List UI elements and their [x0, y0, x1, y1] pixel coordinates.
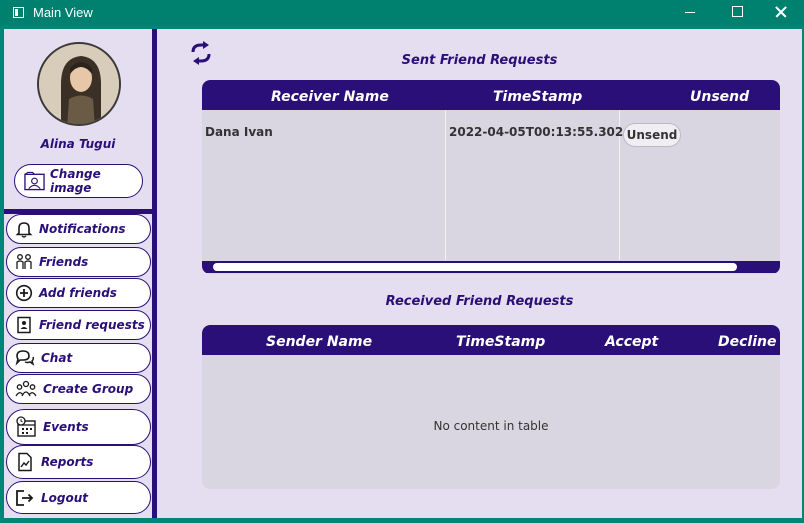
request-icon — [17, 316, 31, 334]
sidebar-item-add-friends[interactable]: Add friends — [6, 278, 151, 308]
sidebar-item-friend-requests[interactable]: Friend requests — [6, 310, 151, 340]
bell-icon — [15, 222, 33, 238]
logout-icon — [16, 489, 34, 506]
table-header: Receiver Name TimeStamp Unsend — [202, 80, 780, 110]
minimize-button[interactable] — [666, 0, 712, 26]
report-icon — [18, 452, 32, 472]
horizontal-scrollbar[interactable] — [202, 261, 780, 273]
received-requests-title: Received Friend Requests — [385, 294, 574, 309]
sent-requests-table: Receiver Name TimeStamp Unsend Dana Ivan… — [202, 80, 780, 274]
sidebar-item-label: Add friends — [39, 286, 117, 300]
sidebar-item-create-group[interactable]: Create Group — [6, 374, 151, 404]
sidebar-item-label: Create Group — [43, 382, 134, 396]
sidebar-item-label: Logout — [41, 490, 89, 505]
sidebar-item-label: Friend requests — [39, 318, 145, 332]
column-header[interactable]: Decline — [718, 334, 776, 350]
window-bottom-edge — [0, 518, 804, 523]
column-separator — [445, 110, 446, 260]
window-titlebar: Main View — [0, 0, 804, 26]
sidebar-item-logout[interactable]: Logout — [6, 481, 151, 514]
sidebar-item-notifications[interactable]: Notifications — [6, 214, 151, 244]
sidebar-item-events[interactable]: Events — [6, 409, 151, 445]
table-header: Sender Name TimeStamp Accept Decline — [202, 325, 780, 355]
empty-table-message: No content in table — [433, 419, 549, 433]
image-frame-icon — [24, 171, 45, 191]
receiver-name-cell: Dana Ivan — [205, 125, 273, 139]
scrollbar-thumb[interactable] — [213, 263, 737, 271]
column-header[interactable]: Sender Name — [266, 334, 372, 350]
sidebar-item-reports[interactable]: Reports — [6, 445, 151, 479]
plus-circle-icon — [15, 284, 33, 302]
sidebar-item-chat[interactable]: Chat — [6, 343, 151, 373]
sent-requests-title: Sent Friend Requests — [401, 53, 558, 68]
sidebar-item-label: Reports — [41, 455, 94, 469]
user-name: Alina Tugui — [40, 137, 116, 151]
window-title: Main View — [33, 5, 93, 20]
close-button[interactable] — [757, 0, 803, 26]
sidebar-item-label: Events — [43, 420, 89, 434]
unsend-button[interactable]: Unsend — [623, 123, 681, 147]
column-header[interactable]: TimeStamp — [456, 334, 545, 350]
main-view: Alina Tugui Change image Notifications F… — [4, 29, 802, 518]
maximize-button[interactable] — [713, 0, 759, 26]
sidebar: Alina Tugui Change image Notifications F… — [4, 29, 152, 518]
column-header[interactable]: Accept — [605, 334, 658, 350]
chat-icon — [15, 350, 35, 366]
received-requests-table: Sender Name TimeStamp Accept Decline No … — [202, 325, 780, 489]
column-header[interactable]: Unsend — [690, 89, 749, 105]
calendar-icon — [16, 416, 36, 437]
column-header[interactable]: Receiver Name — [271, 89, 389, 105]
column-header[interactable]: TimeStamp — [493, 89, 582, 105]
friends-icon — [16, 254, 32, 269]
timestamp-cell: 2022-04-05T00:13:55.302477 — [449, 125, 649, 139]
avatar — [37, 42, 121, 126]
change-image-button[interactable]: Change image — [14, 164, 143, 198]
change-image-label: Change image — [50, 167, 101, 195]
sidebar-item-label: Notifications — [39, 222, 126, 236]
group-icon — [15, 380, 37, 397]
app-icon — [13, 7, 24, 18]
main-panel: Sent Friend Requests Receiver Name TimeS… — [157, 29, 802, 518]
sidebar-item-friends[interactable]: Friends — [6, 247, 151, 277]
sidebar-item-label: Friends — [39, 255, 89, 269]
sidebar-item-label: Chat — [41, 351, 73, 365]
